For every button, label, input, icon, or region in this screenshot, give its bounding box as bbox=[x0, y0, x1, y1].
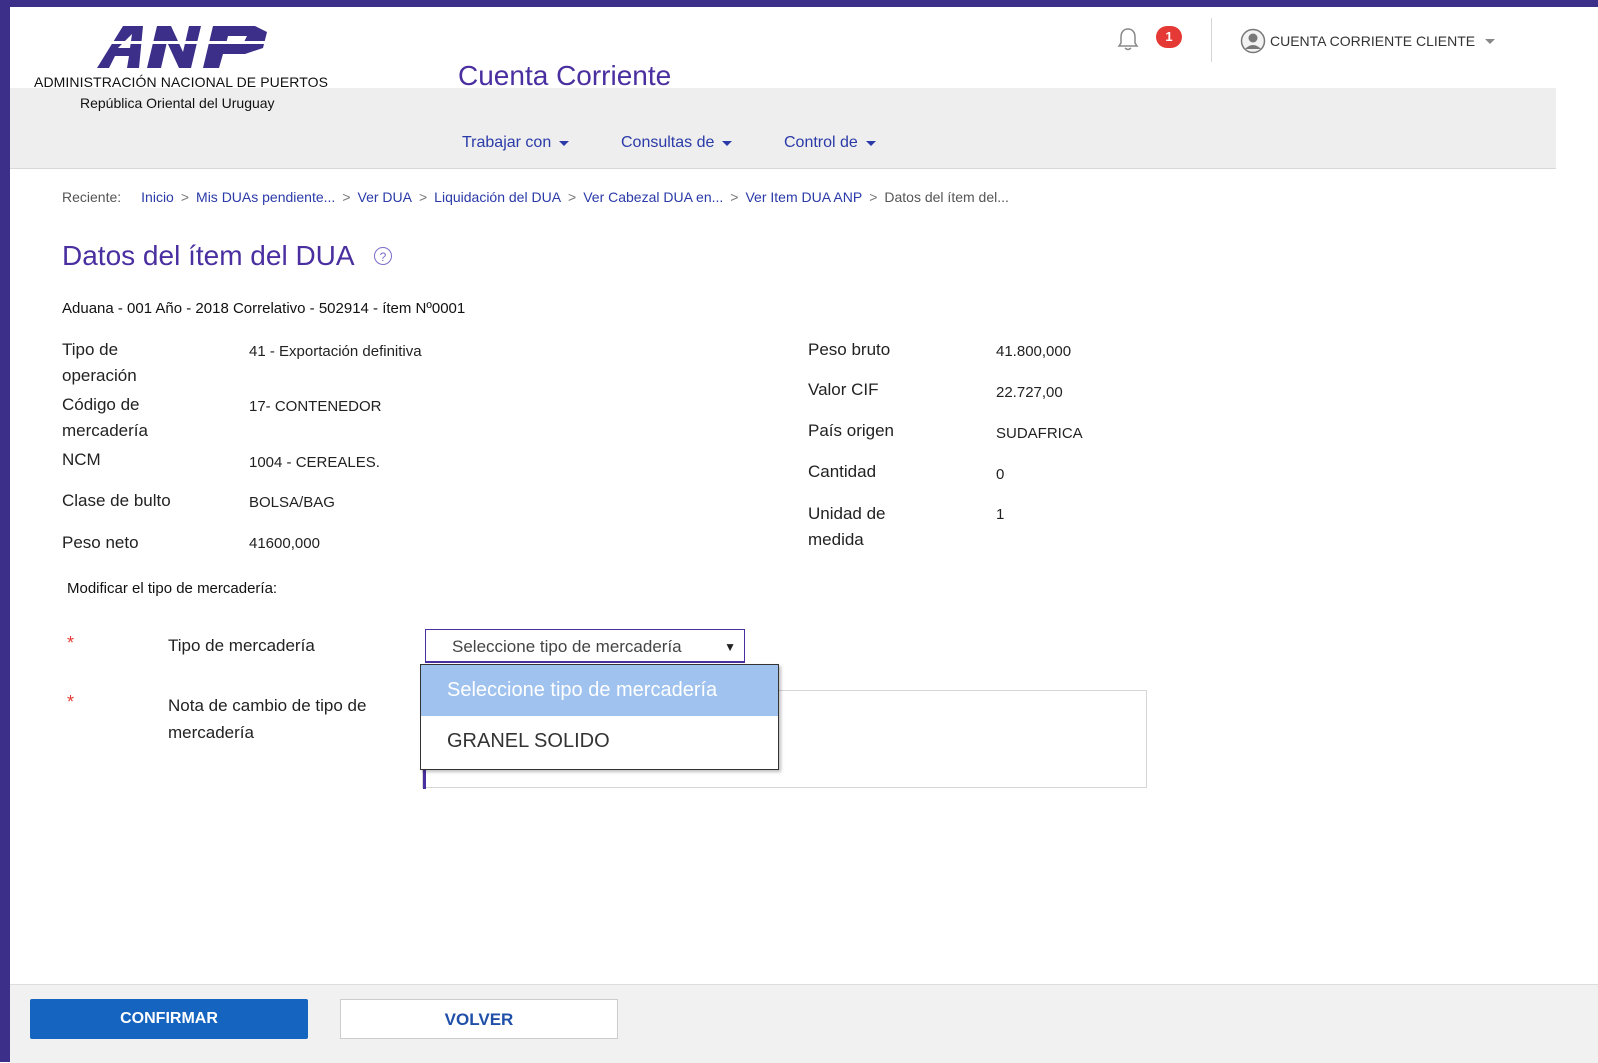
org-subtitle: República Oriental del Uruguay bbox=[80, 95, 275, 111]
detail-value: 17- CONTENEDOR bbox=[249, 398, 382, 415]
breadcrumb-separator: > bbox=[180, 189, 190, 205]
tipo-mercaderia-dropdown: Seleccione tipo de mercadería GRANEL SOL… bbox=[420, 664, 779, 770]
detail-label: Cantidad bbox=[808, 462, 877, 481]
user-label: CUENTA CORRIENTE CLIENTE bbox=[1270, 33, 1476, 49]
dropdown-option[interactable]: Seleccione tipo de mercadería bbox=[421, 665, 778, 716]
breadcrumb-prefix: Reciente: bbox=[62, 189, 122, 205]
select-value: Seleccione tipo de mercadería bbox=[452, 637, 682, 656]
page-title: Datos del ítem del DUA bbox=[62, 240, 355, 271]
menu-label: Consultas de bbox=[621, 134, 715, 151]
detail-label: Valor CIF bbox=[808, 380, 879, 399]
detail-value: 41 - Exportación definitiva bbox=[249, 343, 422, 360]
menu-trabajar-con[interactable]: Trabajar con bbox=[462, 134, 570, 152]
tipo-mercaderia-select[interactable]: Seleccione tipo de mercadería ▼ bbox=[425, 629, 745, 663]
menu-label: Trabajar con bbox=[462, 134, 552, 151]
detail-value: SUDAFRICA bbox=[996, 425, 1083, 442]
breadcrumb-link[interactable]: Ver DUA bbox=[358, 189, 412, 205]
detail-value: 1 bbox=[996, 506, 1005, 523]
detail-value: 22.727,00 bbox=[996, 384, 1063, 401]
detail-label: Tipo de operación bbox=[62, 340, 137, 385]
app-title: Cuenta Corriente bbox=[458, 60, 672, 91]
user-circle-icon bbox=[1240, 28, 1266, 54]
detail-value: BOLSA/BAG bbox=[249, 494, 335, 511]
detail-label: Unidad de medida bbox=[808, 504, 886, 549]
anp-logo bbox=[95, 26, 271, 68]
confirm-button[interactable]: CONFIRMAR bbox=[30, 999, 308, 1039]
user-menu[interactable]: CUENTA CORRIENTE CLIENTE bbox=[1240, 28, 1496, 54]
detail-label: Clase de bulto bbox=[62, 491, 171, 510]
select-arrow-icon: ▼ bbox=[724, 640, 736, 654]
caret-down-icon bbox=[559, 140, 570, 146]
detail-value: 41.800,000 bbox=[996, 343, 1072, 360]
required-marker: * bbox=[67, 692, 75, 712]
detail-value: 0 bbox=[996, 466, 1005, 483]
breadcrumb-separator: > bbox=[869, 189, 878, 205]
breadcrumb-separator: > bbox=[730, 189, 739, 205]
window-frame-left bbox=[0, 0, 10, 1062]
org-name: ADMINISTRACIÓN NACIONAL DE PUERTOS bbox=[34, 74, 329, 90]
breadcrumb-link[interactable]: Inicio bbox=[141, 189, 174, 205]
notification-badge[interactable]: 1 bbox=[1156, 26, 1182, 48]
breadcrumb-link[interactable]: Liquidación del DUA bbox=[434, 189, 561, 205]
breadcrumb-separator: > bbox=[568, 189, 577, 205]
dua-item-identifier: Aduana - 001 Año - 2018 Correlativo - 50… bbox=[62, 300, 466, 317]
section-label: Modificar el tipo de mercadería: bbox=[67, 580, 278, 597]
back-button[interactable]: VOLVER bbox=[340, 999, 618, 1039]
detail-label: NCM bbox=[62, 450, 101, 469]
menu-consultas-de[interactable]: Consultas de bbox=[621, 134, 733, 152]
menu-label: Control de bbox=[784, 134, 858, 151]
menu-control-de[interactable]: Control de bbox=[784, 134, 876, 152]
detail-label: Código de mercadería bbox=[62, 395, 148, 440]
dropdown-option[interactable]: GRANEL SOLIDO bbox=[421, 716, 778, 767]
caret-down-icon bbox=[1485, 38, 1496, 44]
detail-value: 41600,000 bbox=[249, 535, 320, 552]
detail-label: País origen bbox=[808, 421, 894, 440]
required-marker: * bbox=[67, 633, 75, 653]
detail-value: 1004 - CEREALES. bbox=[249, 454, 380, 471]
breadcrumb-link[interactable]: Ver Item DUA ANP bbox=[745, 189, 862, 205]
help-circle-icon[interactable]: ? bbox=[374, 247, 392, 265]
breadcrumb-current: Datos del ítem del... bbox=[884, 189, 1009, 205]
breadcrumb: Reciente: Inicio > Mis DUAs pendiente...… bbox=[62, 189, 1009, 205]
caret-down-icon bbox=[722, 140, 733, 146]
nota-cambio-label: Nota de cambio de tipo de mercadería bbox=[168, 696, 367, 742]
breadcrumb-separator: > bbox=[418, 189, 428, 205]
tipo-mercaderia-label: Tipo de mercadería bbox=[168, 636, 315, 655]
header-divider bbox=[1211, 18, 1212, 62]
bell-icon[interactable] bbox=[1116, 26, 1140, 52]
caret-down-icon bbox=[865, 140, 876, 146]
breadcrumb-separator: > bbox=[342, 189, 351, 205]
breadcrumb-link[interactable]: Mis DUAs pendiente... bbox=[196, 189, 335, 205]
breadcrumb-link[interactable]: Ver Cabezal DUA en... bbox=[583, 189, 723, 205]
detail-label: Peso bruto bbox=[808, 340, 891, 359]
window-frame-top bbox=[0, 0, 1598, 7]
detail-label: Peso neto bbox=[62, 533, 139, 552]
